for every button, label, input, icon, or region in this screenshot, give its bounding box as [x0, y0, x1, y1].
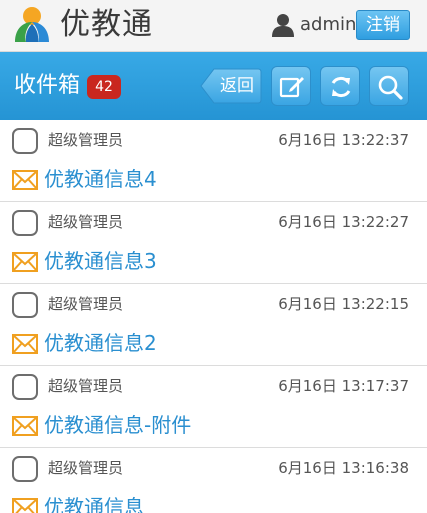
refresh-icon: [331, 76, 351, 98]
message-time: 6月16日 13:17:37: [278, 377, 409, 395]
back-button[interactable]: 返回: [200, 68, 262, 104]
back-label: 返回: [220, 76, 254, 96]
message-time: 6月16日 13:22:37: [278, 131, 409, 149]
message-sender: 超级管理员: [48, 295, 124, 313]
message-list: 超级管理员 6月16日 13:22:37 优教通信息4 超级管理员 6月16日 …: [0, 120, 427, 513]
message-sender: 超级管理员: [48, 459, 124, 477]
inbox-titlebar: 收件箱 42 返回: [0, 52, 427, 120]
brand-name: 优教通: [60, 7, 153, 42]
message-item[interactable]: 超级管理员 6月16日 13:22:15 优教通信息2: [0, 284, 427, 366]
unread-count-badge: 42: [87, 75, 121, 99]
search-icon: [378, 75, 403, 100]
select-checkbox[interactable]: [12, 210, 38, 236]
select-checkbox[interactable]: [12, 456, 38, 482]
message-subject[interactable]: 优教通信息2: [44, 328, 157, 358]
message-sender: 超级管理员: [48, 377, 124, 395]
message-item[interactable]: 超级管理员 6月16日 13:16:38 优教通信息: [0, 448, 427, 513]
refresh-button[interactable]: [320, 66, 360, 106]
envelope-icon: [12, 252, 38, 272]
edit-icon: [279, 77, 304, 98]
message-subject[interactable]: 优教通信息3: [44, 246, 157, 276]
select-checkbox[interactable]: [12, 128, 38, 154]
envelope-icon: [12, 170, 38, 190]
message-time: 6月16日 13:16:38: [278, 459, 409, 477]
message-time: 6月16日 13:22:27: [278, 213, 409, 231]
message-sender: 超级管理员: [48, 213, 124, 231]
user-icon: [272, 14, 294, 37]
envelope-icon: [12, 498, 38, 513]
message-sender: 超级管理员: [48, 131, 124, 149]
select-checkbox[interactable]: [12, 292, 38, 318]
message-subject[interactable]: 优教通信息: [44, 492, 144, 513]
search-button[interactable]: [369, 66, 409, 106]
message-item[interactable]: 超级管理员 6月16日 13:22:27 优教通信息3: [0, 202, 427, 284]
message-item[interactable]: 超级管理员 6月16日 13:22:37 优教通信息4: [0, 120, 427, 202]
envelope-icon: [12, 334, 38, 354]
message-subject[interactable]: 优教通信息-附件: [44, 410, 191, 440]
message-subject[interactable]: 优教通信息4: [44, 164, 157, 194]
top-header: 优教通 admin 注销: [0, 0, 427, 52]
logout-button[interactable]: 注销: [356, 10, 410, 40]
select-checkbox[interactable]: [12, 374, 38, 400]
message-time: 6月16日 13:22:15: [278, 295, 409, 313]
username: admin: [300, 14, 357, 35]
compose-button[interactable]: [271, 66, 311, 106]
envelope-icon: [12, 416, 38, 436]
page-title: 收件箱: [14, 73, 81, 98]
message-item[interactable]: 超级管理员 6月16日 13:17:37 优教通信息-附件: [0, 366, 427, 448]
app-logo-icon: [15, 7, 49, 42]
